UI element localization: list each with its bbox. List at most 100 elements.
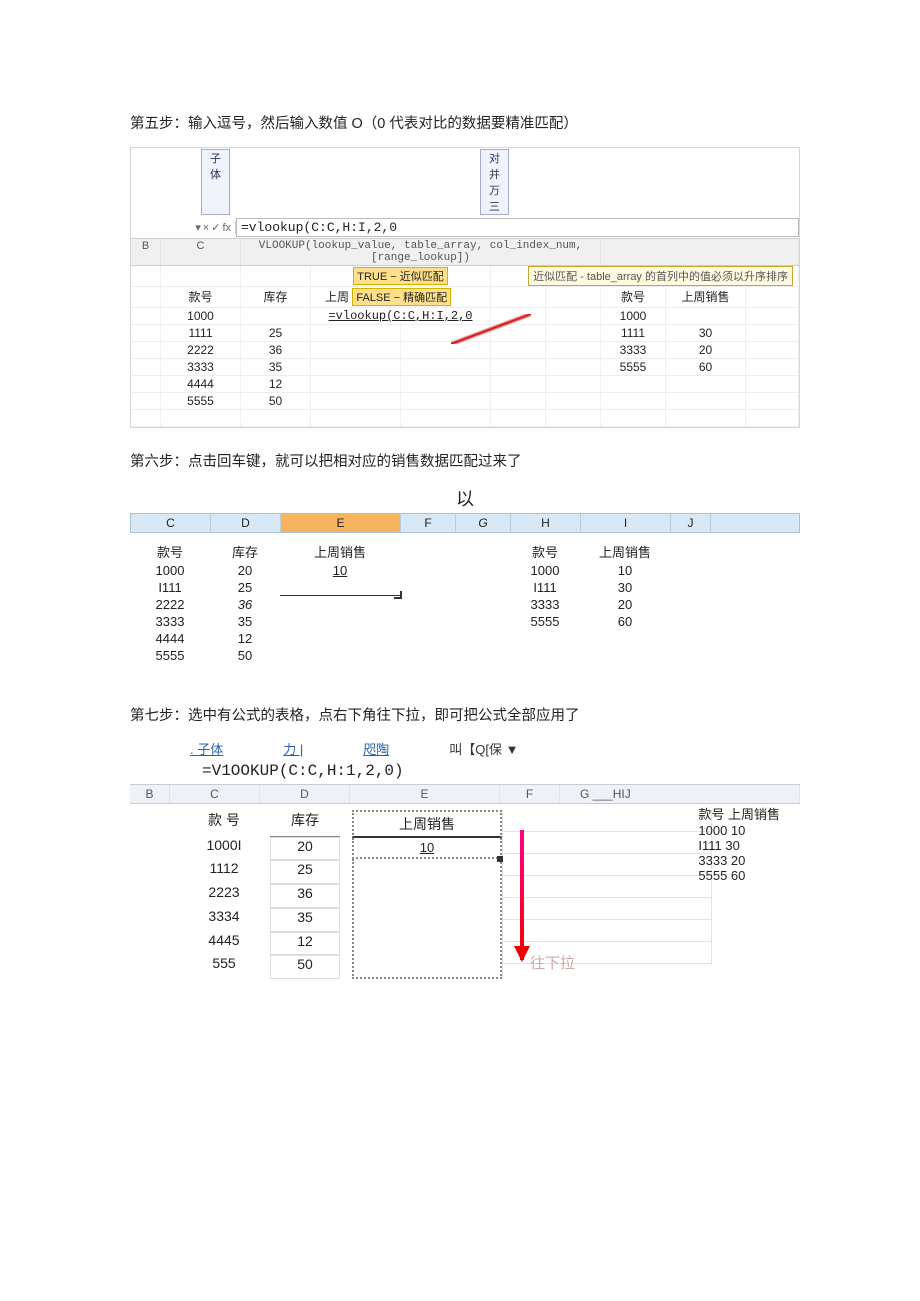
tab-font[interactable]: 子体 xyxy=(201,149,230,215)
tab-c[interactable]: 咫陶 xyxy=(363,739,389,758)
cell[interactable]: 1000 xyxy=(510,562,580,579)
col-C[interactable]: C xyxy=(161,239,241,265)
cell[interactable]: I111 xyxy=(510,579,580,596)
cell[interactable]: 20 xyxy=(270,837,340,861)
formula-input[interactable]: =vlookup(C:C,H:I,2,0 xyxy=(236,218,799,237)
cell[interactable]: 36 xyxy=(241,342,311,358)
step7-title: 第七步：选中有公式的表格，点右下角往下拉，即可把公式全部应用了 xyxy=(130,704,800,725)
tab-merge[interactable]: 对并万三 xyxy=(480,149,509,215)
cell[interactable]: 20 xyxy=(210,562,280,579)
cell[interactable]: 2222 xyxy=(130,596,210,613)
col-J[interactable]: J xyxy=(671,514,711,532)
cell[interactable]: 1111 xyxy=(161,325,241,341)
col-F[interactable]: F xyxy=(500,785,560,803)
cell[interactable]: 12 xyxy=(270,932,340,956)
col-C[interactable]: C xyxy=(170,785,260,803)
cell[interactable]: 1000 xyxy=(161,308,241,324)
col-B[interactable]: B xyxy=(131,239,161,265)
cell[interactable]: 1000 xyxy=(130,562,210,579)
cell[interactable]: 50 xyxy=(270,955,340,979)
col-G[interactable]: G xyxy=(456,514,511,532)
step5-title: 第五步：输入逗号，然后输入数值 O（0 代表对比的数据要精准匹配） xyxy=(130,112,800,133)
cell[interactable]: 36 xyxy=(270,884,340,908)
tab-a[interactable]: . 子体 xyxy=(190,739,223,758)
cell[interactable]: 1111 xyxy=(601,325,666,341)
cell[interactable]: 10 xyxy=(580,562,670,579)
cell[interactable]: 555 xyxy=(184,955,264,979)
cell[interactable]: 25 xyxy=(241,325,311,341)
cell[interactable]: 25 xyxy=(270,860,340,884)
col-F[interactable]: F xyxy=(401,514,456,532)
cell[interactable]: 3333 xyxy=(130,613,210,630)
cell[interactable]: 3333 xyxy=(510,596,580,613)
cell[interactable]: 60 xyxy=(580,613,670,630)
hint-true-badge[interactable]: TRUE − 近似匹配 xyxy=(353,267,447,285)
cell[interactable] xyxy=(241,308,311,324)
cell[interactable]: 20 xyxy=(580,596,670,613)
cell[interactable]: 12 xyxy=(241,376,311,392)
namebox-dropdown-icon[interactable]: ▾ xyxy=(195,221,201,234)
cell[interactable]: 30 xyxy=(666,325,746,341)
cell[interactable]: 35 xyxy=(270,908,340,932)
selected-column-E[interactable]: 上周销售 10 xyxy=(352,810,502,979)
cell-result[interactable]: 10 xyxy=(280,562,400,579)
right-row: 3333 20 xyxy=(698,853,780,868)
cell[interactable]: 3334 xyxy=(184,908,264,932)
cell-val-10[interactable]: 10 xyxy=(352,838,502,859)
col-H[interactable]: H xyxy=(511,514,581,532)
cell[interactable]: 35 xyxy=(241,359,311,375)
cell[interactable]: 60 xyxy=(666,359,746,375)
hdr-kc: 库存 xyxy=(270,810,340,837)
formula-bar: ▾ × ✓ fx =vlookup(C:C,H:I,2,0 xyxy=(131,217,799,239)
red-arrow-annotation xyxy=(451,314,541,354)
cell[interactable]: 4444 xyxy=(130,630,210,647)
cell[interactable]: 12 xyxy=(210,630,280,647)
hdr-sz: 上周销售 xyxy=(280,541,400,562)
tab-d[interactable]: 叫【Q[保 ▼ xyxy=(449,739,518,758)
cell[interactable]: 25 xyxy=(210,579,280,596)
enter-icon[interactable]: ✓ xyxy=(211,221,220,234)
left-hdr-kc: 库存 xyxy=(241,287,311,307)
cell[interactable]: 1000 xyxy=(601,308,666,324)
col-D[interactable]: D xyxy=(260,785,350,803)
cell[interactable]: 2223 xyxy=(184,884,264,908)
cell[interactable]: 30 xyxy=(580,579,670,596)
tab-b[interactable]: 力 | xyxy=(283,739,303,758)
cell[interactable]: 1000I xyxy=(184,837,264,861)
step5-screenshot: 子体 对并万三 ▾ × ✓ fx =vlookup(C:C,H:I,2,0 B … xyxy=(130,147,800,428)
hint-false-badge[interactable]: FALSE − 精确匹配 xyxy=(352,288,451,306)
cell[interactable]: 36 xyxy=(210,596,280,613)
formula-bar-7[interactable]: =V1OOKUP(C:C,H:1,2,0) xyxy=(130,760,800,785)
col-I[interactable]: I xyxy=(581,514,671,532)
cell[interactable]: 20 xyxy=(666,342,746,358)
cell[interactable]: 2222 xyxy=(161,342,241,358)
cell[interactable]: 35 xyxy=(210,613,280,630)
cell[interactable]: 50 xyxy=(241,393,311,409)
cell[interactable] xyxy=(666,308,746,324)
cell[interactable]: 3333 xyxy=(161,359,241,375)
cell[interactable]: I111 xyxy=(130,579,210,596)
cell[interactable]: 5555 xyxy=(601,359,666,375)
active-cell-with-handle[interactable] xyxy=(280,579,400,596)
left-hdr-kh: 款号 xyxy=(161,287,241,307)
cell[interactable]: 4444 xyxy=(161,376,241,392)
col-E[interactable]: E xyxy=(350,785,500,803)
cell[interactable]: 5555 xyxy=(510,613,580,630)
fx-icon[interactable]: fx xyxy=(222,222,231,234)
cell[interactable]: 5555 xyxy=(161,393,241,409)
cell[interactable]: 4445 xyxy=(184,932,264,956)
col-E-selected[interactable]: E xyxy=(281,514,401,532)
cancel-icon[interactable]: × xyxy=(203,222,209,234)
cell[interactable]: 50 xyxy=(210,647,280,664)
cell[interactable]: 5555 xyxy=(130,647,210,664)
cell[interactable]: 3333 xyxy=(601,342,666,358)
drag-range[interactable] xyxy=(352,859,502,979)
col-C[interactable]: C xyxy=(131,514,211,532)
col-D[interactable]: D xyxy=(211,514,281,532)
col-rest[interactable]: G ___HIJ xyxy=(560,785,800,803)
red-drag-arrow xyxy=(520,830,524,960)
col-B[interactable]: B xyxy=(130,785,170,803)
ribbon-tabs: 子体 对并万三 xyxy=(131,148,799,217)
right-row: 1000 10 xyxy=(698,823,780,838)
cell[interactable]: 1112 xyxy=(184,860,264,884)
